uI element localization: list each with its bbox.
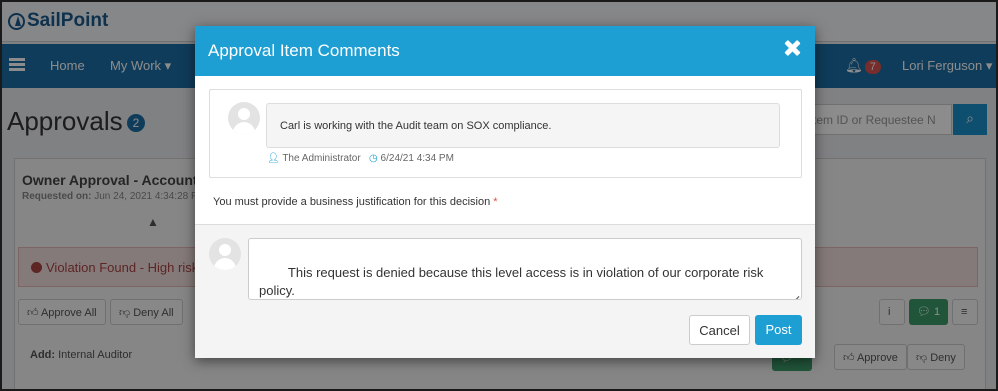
- user-icon: 👤︎: [267, 153, 280, 164]
- comment-thread: Carl is working with the Audit team on S…: [209, 89, 802, 178]
- justification-label: You must provide a business justificatio…: [213, 196, 498, 208]
- comment-timestamp: 6/24/21 4:34 PM: [380, 153, 454, 164]
- avatar-icon: [209, 238, 241, 270]
- required-marker: *: [493, 196, 498, 208]
- compose-area: This request is denied because this leve…: [195, 224, 815, 358]
- approval-comments-modal: Approval Item Comments Carl is working w…: [195, 26, 815, 358]
- close-icon[interactable]: [781, 38, 803, 60]
- comment-textarea-value: This request is denied because this leve…: [259, 265, 764, 298]
- resize-grip-icon[interactable]: [789, 287, 800, 299]
- post-button[interactable]: Post: [755, 315, 802, 345]
- comment-textarea[interactable]: This request is denied because this leve…: [248, 238, 802, 300]
- avatar-icon: [228, 102, 260, 134]
- comment-meta: 👤︎ The Administrator ◷ 6/24/21 4:34 PM: [267, 153, 454, 164]
- modal-header: Approval Item Comments: [195, 26, 815, 76]
- screenshot-frame: SailPoint Home My Work ▾ 🔔︎ 7 Lori Fergus…: [0, 0, 998, 391]
- justification-text: You must provide a business justificatio…: [213, 196, 491, 208]
- clock-icon: ◷: [369, 153, 378, 164]
- cancel-button[interactable]: Cancel: [689, 315, 750, 345]
- modal-title: Approval Item Comments: [208, 41, 400, 60]
- comment-author: The Administrator: [282, 153, 361, 164]
- comment-bubble: Carl is working with the Audit team on S…: [266, 103, 780, 148]
